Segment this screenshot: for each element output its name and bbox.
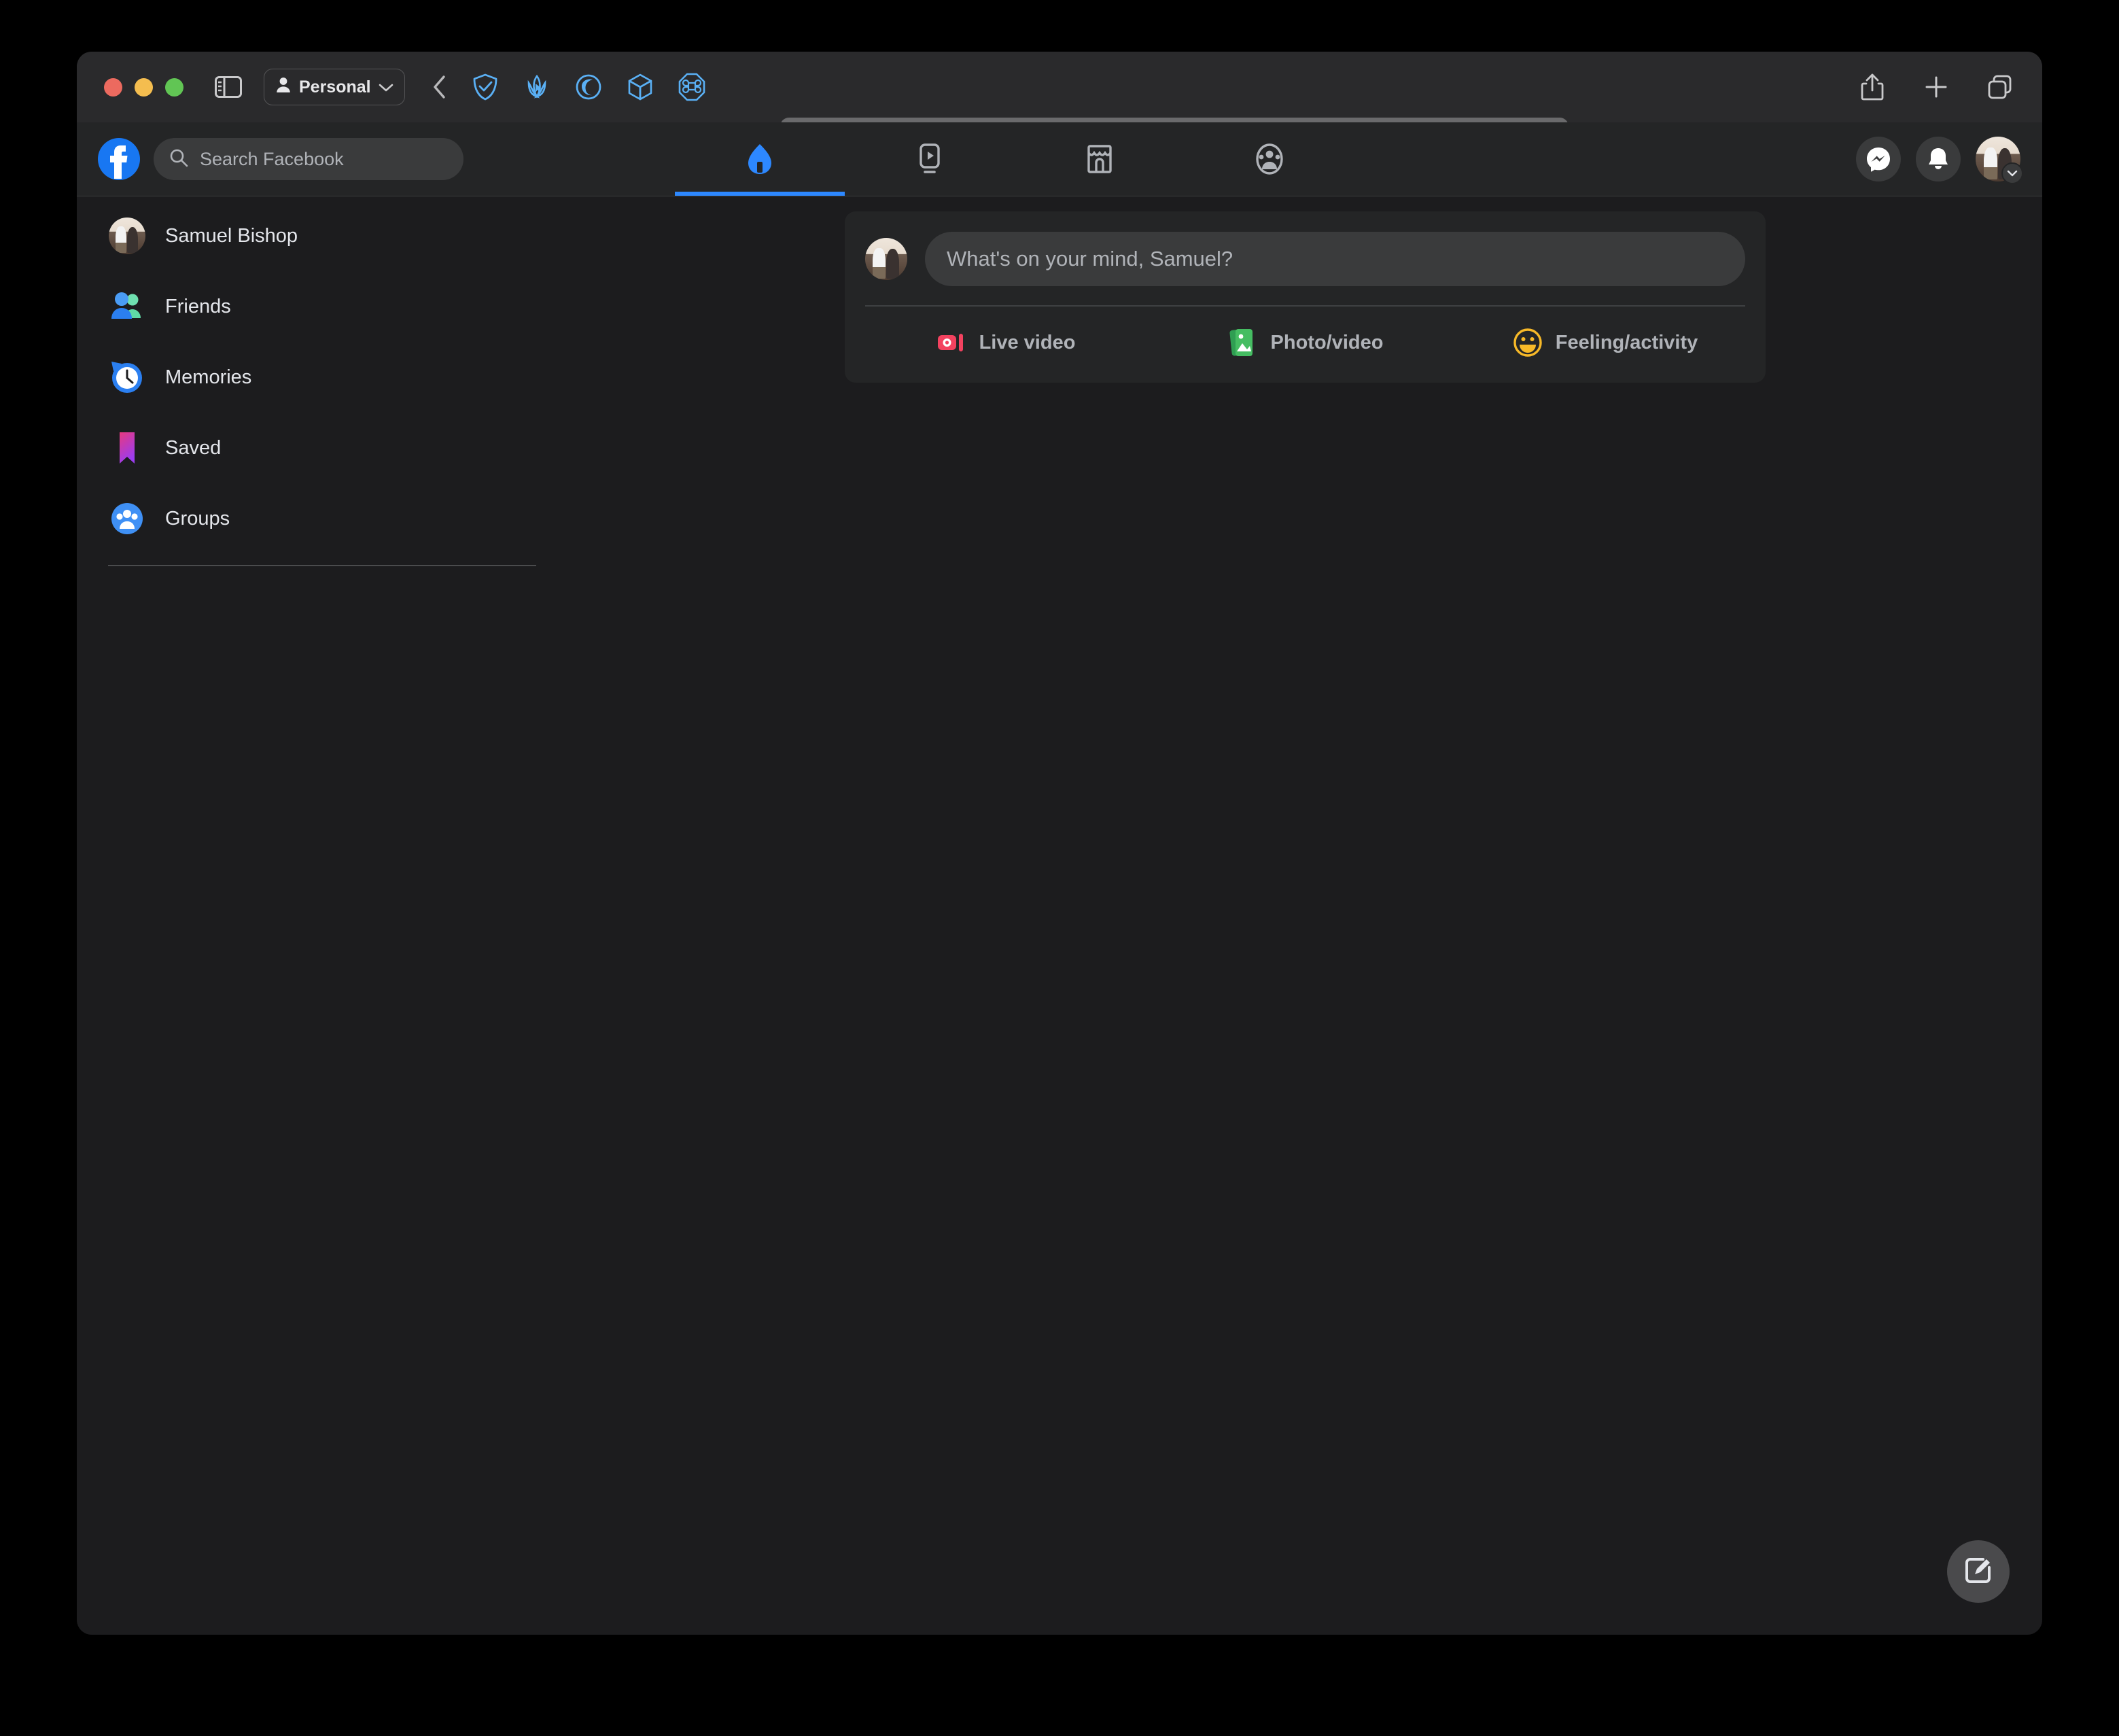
feeling-activity-label: Feeling/activity <box>1556 332 1698 354</box>
profile-switcher-label: Personal <box>299 77 371 97</box>
sidebar-item-label: Groups <box>165 508 230 530</box>
tab-home[interactable] <box>675 122 845 196</box>
post-composer-card: What's on your mind, Samuel? Live video <box>845 211 1766 383</box>
facebook-logo[interactable] <box>98 138 140 180</box>
sidebar-item-label: Samuel Bishop <box>165 225 298 247</box>
left-sidebar: Samuel Bishop Friends <box>99 211 547 566</box>
sidebar-item-groups[interactable]: Groups <box>99 494 547 543</box>
photo-video-button[interactable]: Photo/video <box>1155 317 1455 368</box>
tab-marketplace[interactable] <box>1015 122 1185 196</box>
browser-window: Personal <box>77 52 2042 1635</box>
user-avatar <box>108 217 146 255</box>
account-avatar[interactable] <box>1976 137 2020 181</box>
friends-icon <box>108 288 146 326</box>
search-icon <box>169 147 189 171</box>
close-window-button[interactable] <box>104 78 122 97</box>
sidebar-item-profile[interactable]: Samuel Bishop <box>99 211 547 260</box>
sidebar-item-label: Memories <box>165 366 251 389</box>
tab-video[interactable] <box>845 122 1015 196</box>
extension-icons <box>472 73 705 101</box>
sidebar-item-friends[interactable]: Friends <box>99 282 547 331</box>
spacer <box>99 260 547 282</box>
feeling-activity-button[interactable]: Feeling/activity <box>1455 317 1755 368</box>
live-video-label: Live video <box>979 332 1076 354</box>
spacer <box>99 472 547 494</box>
compose-fab-button[interactable] <box>1947 1540 2010 1603</box>
notifications-bell-icon[interactable] <box>1916 137 1961 181</box>
live-video-button[interactable]: Live video <box>856 317 1155 368</box>
zoom-window-button[interactable] <box>165 78 183 97</box>
photo-video-icon <box>1227 327 1259 358</box>
chevron-down-icon <box>379 77 393 97</box>
post-input[interactable]: What's on your mind, Samuel? <box>925 232 1745 286</box>
sidebar-item-label: Friends <box>165 296 231 318</box>
sidebar-item-memories[interactable]: Memories <box>99 353 547 402</box>
sidebar-icon[interactable] <box>215 76 242 98</box>
profile-switcher-button[interactable]: Personal <box>264 69 405 105</box>
sidebar-item-label: Saved <box>165 437 221 459</box>
dark-mode-moon-icon[interactable] <box>575 73 602 101</box>
search-placeholder: Search Facebook <box>200 149 344 170</box>
person-icon <box>275 76 292 99</box>
groups-icon <box>108 500 146 538</box>
command-octagon-icon[interactable] <box>678 73 705 101</box>
messenger-icon[interactable] <box>1856 137 1901 181</box>
photo-video-label: Photo/video <box>1271 332 1384 354</box>
sidebar-divider <box>108 565 536 566</box>
spacer <box>99 331 547 353</box>
browser-toolbar-right <box>1857 52 2015 122</box>
saved-bookmark-icon <box>108 429 146 467</box>
cube-icon[interactable] <box>627 73 654 101</box>
composer-actions: Live video Photo/video <box>845 307 1766 383</box>
spacer <box>99 402 547 423</box>
facebook-nav-tabs <box>675 122 1354 196</box>
window-controls <box>104 78 183 97</box>
search-input[interactable]: Search Facebook <box>154 138 463 180</box>
lotus-cursor-icon[interactable] <box>523 73 550 101</box>
feeling-activity-icon <box>1512 327 1543 358</box>
chevron-down-icon[interactable] <box>2001 162 2023 184</box>
compose-icon <box>1963 1555 1994 1589</box>
minimize-window-button[interactable] <box>135 78 153 97</box>
facebook-header: Search Facebook <box>77 122 2042 196</box>
tab-groups[interactable] <box>1185 122 1354 196</box>
post-input-placeholder: What's on your mind, Samuel? <box>947 247 1233 271</box>
user-avatar[interactable] <box>865 238 907 280</box>
share-icon[interactable] <box>1857 72 1887 102</box>
memories-clock-icon <box>108 358 146 396</box>
tab-overview-icon[interactable] <box>1985 72 2015 102</box>
facebook-header-actions <box>1856 122 2020 196</box>
shield-check-icon[interactable] <box>472 73 499 101</box>
new-tab-plus-icon[interactable] <box>1921 72 1951 102</box>
live-video-icon <box>936 327 967 358</box>
back-button[interactable] <box>428 75 451 99</box>
sidebar-item-saved[interactable]: Saved <box>99 423 547 472</box>
facebook-page-body: Samuel Bishop Friends <box>77 196 2042 1635</box>
composer-row: What's on your mind, Samuel? <box>845 211 1766 286</box>
browser-toolbar: Personal <box>77 52 2042 122</box>
